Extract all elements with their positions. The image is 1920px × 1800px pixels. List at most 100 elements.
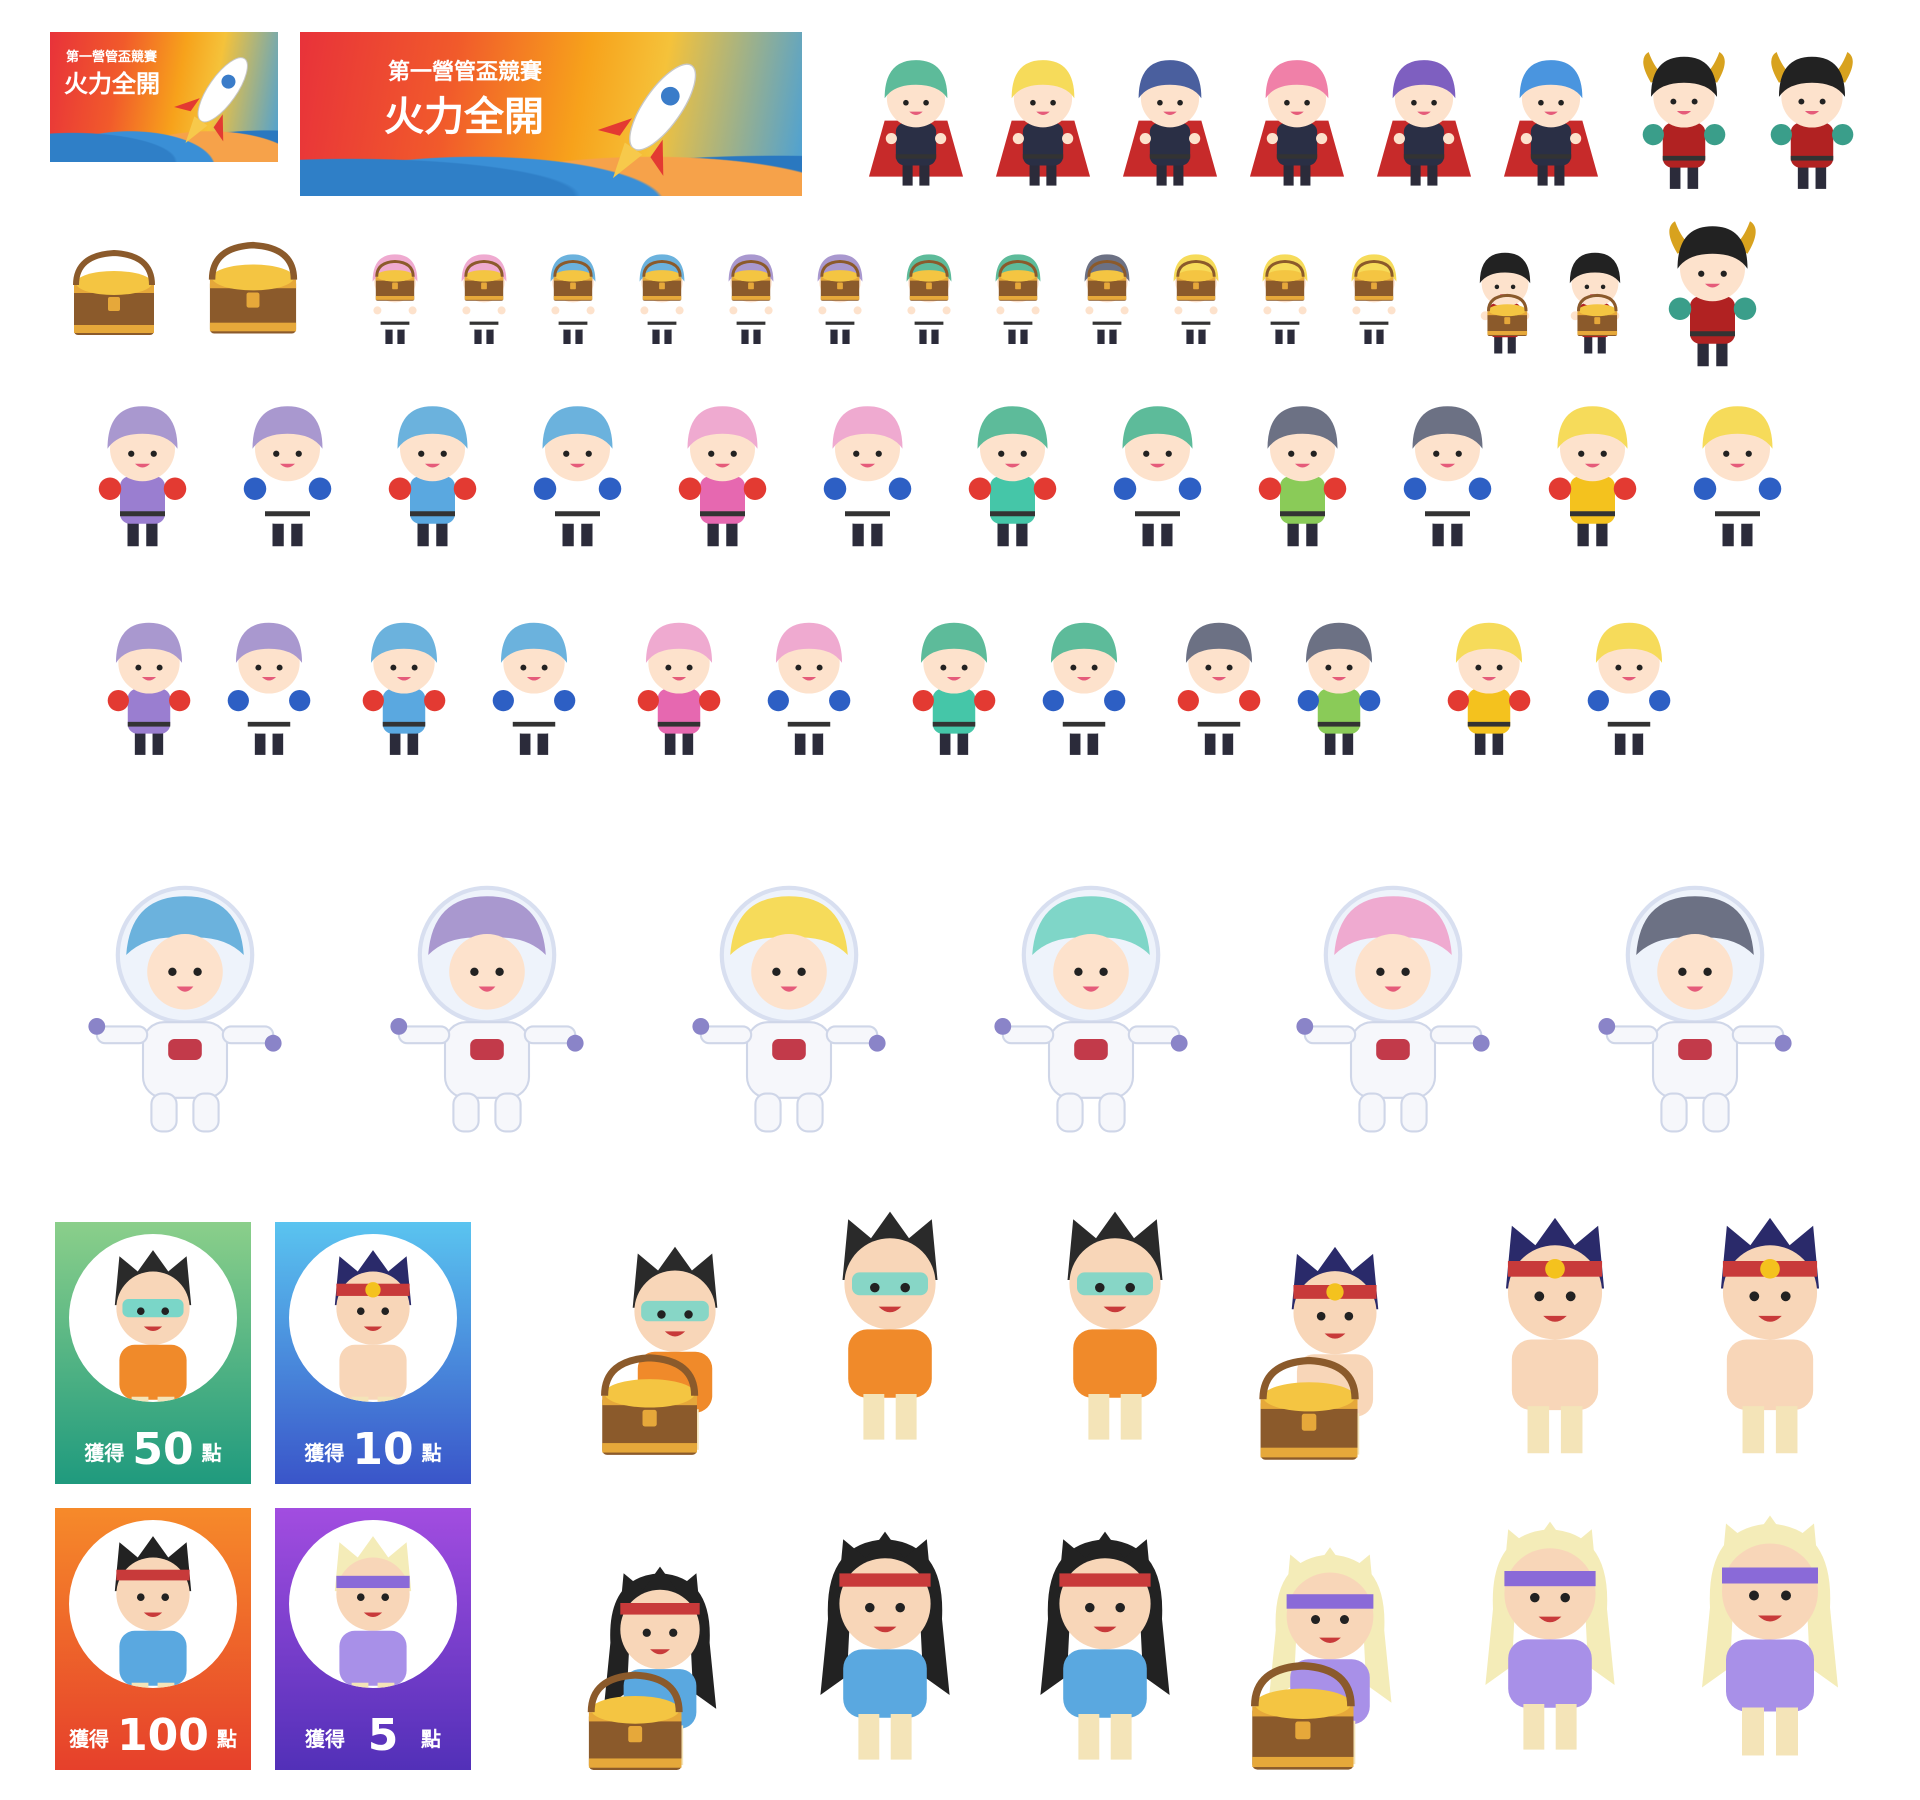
boxer-stand-row	[90, 600, 1840, 785]
heroine-crying-chest-character	[587, 1566, 717, 1771]
boxer-standing-character	[1042, 622, 1126, 755]
boxer-standing-character	[912, 622, 996, 755]
chest-holder-character	[1173, 254, 1219, 344]
avatar-blonde-fighter-figure	[334, 1536, 412, 1688]
caped-hero-row	[860, 50, 1620, 200]
boxer-standing-character	[1447, 622, 1531, 755]
headband-fighter-smirk-character	[1720, 1217, 1820, 1454]
horned-boss-row	[1625, 45, 1875, 205]
card-points: 50	[132, 1424, 194, 1475]
chest-holder-character	[639, 254, 685, 344]
horned-boss-character	[1668, 221, 1757, 367]
astronaut-character	[1598, 885, 1792, 1133]
headband-fighter-laughing-character	[1505, 1217, 1605, 1454]
astronaut-row	[80, 870, 1860, 1150]
avatar-heroine-figure	[114, 1536, 192, 1688]
caped-hero-character	[1376, 60, 1472, 186]
card-points: 100	[117, 1710, 209, 1761]
card-prefix: 獲得	[69, 1727, 110, 1751]
horned-boss-chest-character	[1569, 252, 1621, 354]
avatar-heroine	[69, 1520, 237, 1688]
caped-hero-character	[868, 60, 964, 186]
blonde-fighter-chest-character	[1251, 1547, 1392, 1770]
chest-holder-character	[1084, 254, 1130, 344]
card-prefix: 獲得	[305, 1727, 345, 1751]
card-prefix: 獲得	[304, 1441, 345, 1465]
points-card-50: 獲得 50 點	[55, 1222, 251, 1484]
heroine-posing-character	[1040, 1531, 1170, 1760]
open-chest-icon	[73, 249, 155, 335]
heroine-laughing-character	[820, 1531, 950, 1760]
chest-holder-character	[728, 254, 774, 344]
card-suffix: 點	[201, 1441, 222, 1465]
chest-holder-character	[372, 254, 418, 344]
card-suffix: 點	[421, 1727, 441, 1751]
boxer-punching-character	[98, 406, 187, 547]
banner-line2: 火力全開	[384, 94, 544, 140]
boxer-punching-character	[1258, 406, 1347, 547]
boxer-punching-character	[823, 406, 912, 547]
boxer-punching-character	[1403, 406, 1492, 547]
boxer-standing-character	[227, 622, 311, 755]
rocket-icon	[174, 57, 248, 144]
avatar-headband-fighter	[289, 1234, 457, 1402]
card-suffix: 點	[216, 1727, 237, 1751]
boxer-punching-character	[678, 406, 767, 547]
astronaut-character	[88, 885, 282, 1133]
boxer-punching-character	[1548, 406, 1637, 547]
points-card-5: 獲得 5 點	[275, 1508, 471, 1770]
boxer-standing-character	[362, 622, 446, 755]
boxer-standing-character	[492, 622, 576, 755]
avatar-masked-hero	[69, 1234, 237, 1402]
fighter-row-bottom	[565, 1500, 1880, 1785]
avatar-headband-fighter-figure	[334, 1250, 412, 1402]
avatar-blonde-fighter	[289, 1520, 457, 1688]
banner-small: 第一營管盃競賽 火力全開	[50, 32, 278, 162]
points-card-100: 獲得 100 點	[55, 1508, 251, 1770]
card-points: 10	[352, 1424, 414, 1475]
boxer-standing-character	[1587, 622, 1671, 755]
chest-holder-character	[1351, 254, 1397, 344]
caped-hero-character	[995, 60, 1091, 186]
boxer-punch-row	[80, 395, 1840, 565]
boxer-standing-character	[767, 622, 851, 755]
masked-hero-chest-character	[601, 1246, 718, 1455]
blonde-fighter-pout-character	[1702, 1515, 1838, 1756]
boxer-punching-character	[1113, 406, 1202, 547]
headband-fighter-chest-character	[1259, 1246, 1379, 1460]
chest-holder-character	[1262, 254, 1308, 344]
horned-boss-character	[1642, 52, 1726, 189]
banner-line2: 火力全開	[64, 70, 160, 98]
points-card-10: 獲得 10 點	[275, 1222, 471, 1484]
boxer-punching-character	[388, 406, 477, 547]
chest-holder-character	[461, 254, 507, 344]
astronaut-character	[994, 885, 1188, 1133]
boxer-punching-character	[243, 406, 332, 547]
astronaut-character	[390, 885, 584, 1133]
boxer-standing-character	[1177, 622, 1261, 755]
astronaut-character	[1296, 885, 1490, 1133]
horned-boss-chest-character	[1479, 252, 1531, 354]
rocket-icon	[597, 63, 697, 179]
card-suffix: 點	[421, 1441, 442, 1465]
boxer-punching-character	[1693, 406, 1782, 547]
banner-large: 第一營管盃競賽 火力全開	[300, 32, 802, 196]
chest-holder-character	[550, 254, 596, 344]
caped-hero-character	[1122, 60, 1218, 186]
caped-hero-character	[1503, 60, 1599, 186]
treasure-chest-row	[50, 215, 1890, 380]
boxer-standing-character	[107, 622, 191, 755]
astronaut-character	[692, 885, 886, 1133]
boxer-punching-character	[533, 406, 622, 547]
chest-holder-character	[906, 254, 952, 344]
chest-holder-character	[817, 254, 863, 344]
blonde-fighter-standing-character	[1485, 1521, 1615, 1750]
masked-hero-thinking-character	[1067, 1211, 1163, 1440]
boxer-punching-character	[968, 406, 1057, 547]
banner-line1: 第一營管盃競賽	[66, 50, 158, 65]
gold-chest-icon	[208, 241, 298, 334]
boxer-standing-character	[1297, 622, 1381, 755]
caped-hero-character	[1249, 60, 1345, 186]
chest-holder-character	[995, 254, 1041, 344]
fighter-row-top	[580, 1190, 1880, 1475]
